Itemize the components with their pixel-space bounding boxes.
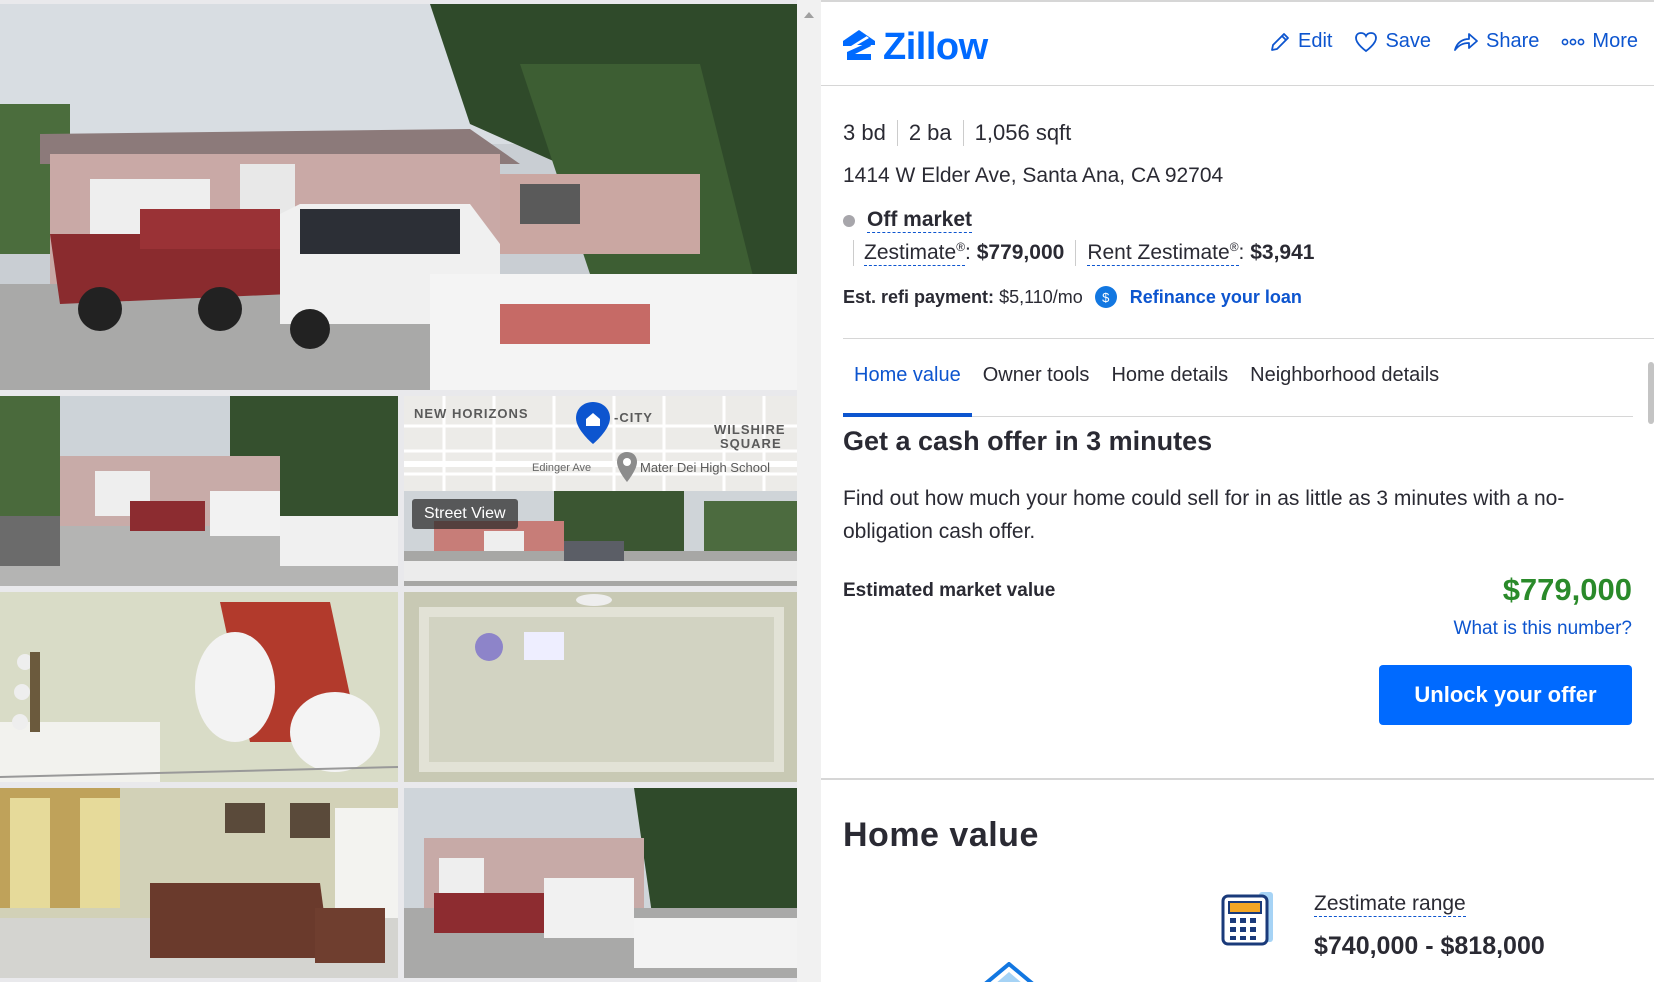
divider xyxy=(962,120,964,146)
save-label: Save xyxy=(1385,30,1432,52)
baths: 2 ba xyxy=(908,120,952,145)
map-label-street: Edinger Ave xyxy=(532,462,592,474)
divider xyxy=(896,120,898,146)
zillow-logo[interactable]: Zillow xyxy=(843,26,988,69)
more-dots-icon xyxy=(1561,37,1585,47)
tab-neighborhood-details[interactable]: Neighborhood details xyxy=(1239,339,1450,417)
cash-offer-description: Find out how much your home could sell f… xyxy=(843,487,1565,543)
panel-header: Zillow Edit Save Share More xyxy=(821,2,1654,86)
more-button[interactable]: More xyxy=(1561,30,1638,53)
zestimate-row: Zestimate® : $779,000 Rent Zestimate® : … xyxy=(853,240,1314,266)
rent-zestimate-label[interactable]: Rent Zestimate® xyxy=(1087,240,1239,266)
zestimate-label[interactable]: Zestimate® xyxy=(864,240,966,266)
refi-value: $5,110/mo xyxy=(999,286,1083,307)
zestimate-range-label[interactable]: Zestimate range xyxy=(1314,892,1466,917)
status-label[interactable]: Off market xyxy=(867,208,973,233)
zillow-logo-icon xyxy=(843,30,875,65)
status-row: Off market xyxy=(843,208,973,233)
dollar-circle-icon: $ xyxy=(1094,286,1117,308)
zestimate-range-value: $740,000 - $818,000 xyxy=(1314,932,1545,960)
photo-gallery: NEW HORIZONS -CITY WILSHIRE SQUARE Eding… xyxy=(0,0,797,982)
gallery-photo-ceiling[interactable] xyxy=(404,592,797,782)
what-is-this-number-link[interactable]: What is this number? xyxy=(1454,618,1632,640)
scroll-up-arrow-icon[interactable] xyxy=(804,12,814,18)
map-label-city: -CITY xyxy=(614,410,653,425)
status-dot-icon xyxy=(843,214,855,227)
calculator-icon xyxy=(1219,890,1277,951)
map-pin-icon xyxy=(576,402,610,444)
estimated-market-value-label: Estimated market value xyxy=(843,580,1056,601)
tab-owner-tools[interactable]: Owner tools xyxy=(972,339,1101,417)
school-pin-icon xyxy=(617,452,637,482)
sqft: 1,056 sqft xyxy=(974,120,1072,145)
cash-offer-title: Get a cash offer in 3 minutes xyxy=(843,426,1213,456)
gallery-photo-bathroom[interactable] xyxy=(0,592,398,782)
tab-home-value[interactable]: Home value xyxy=(843,339,972,417)
map-label-school: Mater Dei High School xyxy=(640,460,771,475)
pencil-icon xyxy=(1269,31,1291,53)
property-facts: 3 bd 2 ba 1,056 sqft xyxy=(843,120,1071,146)
map-label-neighborhood: NEW HORIZONS xyxy=(414,406,529,421)
more-label: More xyxy=(1592,30,1638,52)
panel-scrollbar[interactable] xyxy=(1648,362,1654,424)
refi-row: Est. refi payment: $5,110/mo $ Refinance… xyxy=(843,286,1302,308)
edit-button[interactable]: Edit xyxy=(1269,30,1332,53)
logo-text: Zillow xyxy=(883,26,988,68)
zestimate-value: $779,000 xyxy=(976,241,1065,264)
edit-label: Edit xyxy=(1297,30,1333,52)
map-label-square: SQUARE xyxy=(720,436,782,451)
refi-label: Est. refi payment: xyxy=(843,286,995,307)
heart-icon xyxy=(1354,31,1378,53)
street-view-label[interactable]: Street View xyxy=(412,499,518,529)
gallery-scrollbar[interactable] xyxy=(797,0,821,982)
street-view-thumbnail[interactable]: Street View xyxy=(404,491,797,586)
home-value-title: Home value xyxy=(843,816,1039,854)
section-divider xyxy=(821,778,1654,780)
map-label-wilshire: WILSHIRE xyxy=(714,422,786,437)
listing-actions: Edit Save Share More xyxy=(1269,30,1638,53)
rent-zestimate-value: $3,941 xyxy=(1250,241,1315,264)
gallery-photo-exterior-2[interactable] xyxy=(404,788,797,978)
main-photo[interactable] xyxy=(0,4,797,390)
divider xyxy=(1075,240,1077,266)
gallery-photo-living-room[interactable] xyxy=(0,788,398,978)
share-label: Share xyxy=(1486,30,1540,52)
save-button[interactable]: Save xyxy=(1354,30,1431,53)
property-address: 1414 W Elder Ave, Santa Ana, CA 92704 xyxy=(843,164,1224,187)
gallery-photo-exterior[interactable] xyxy=(0,396,398,586)
detail-tabs: Home value Owner tools Home details Neig… xyxy=(843,339,1633,417)
share-arrow-icon xyxy=(1453,31,1479,53)
tab-home-details[interactable]: Home details xyxy=(1100,339,1239,417)
details-panel: Zillow Edit Save Share More 3 bd 2 ba 1,… xyxy=(821,0,1654,982)
colon: : xyxy=(1238,241,1251,264)
house-icon xyxy=(981,961,1037,982)
map-thumbnail[interactable]: NEW HORIZONS -CITY WILSHIRE SQUARE Eding… xyxy=(404,396,797,491)
estimated-market-value: $779,000 xyxy=(1502,572,1632,607)
refinance-link[interactable]: Refinance your loan xyxy=(1130,287,1302,308)
colon: : xyxy=(965,241,977,264)
unlock-offer-button[interactable]: Unlock your offer xyxy=(1379,665,1632,725)
beds: 3 bd xyxy=(843,120,886,145)
share-button[interactable]: Share xyxy=(1453,30,1539,53)
